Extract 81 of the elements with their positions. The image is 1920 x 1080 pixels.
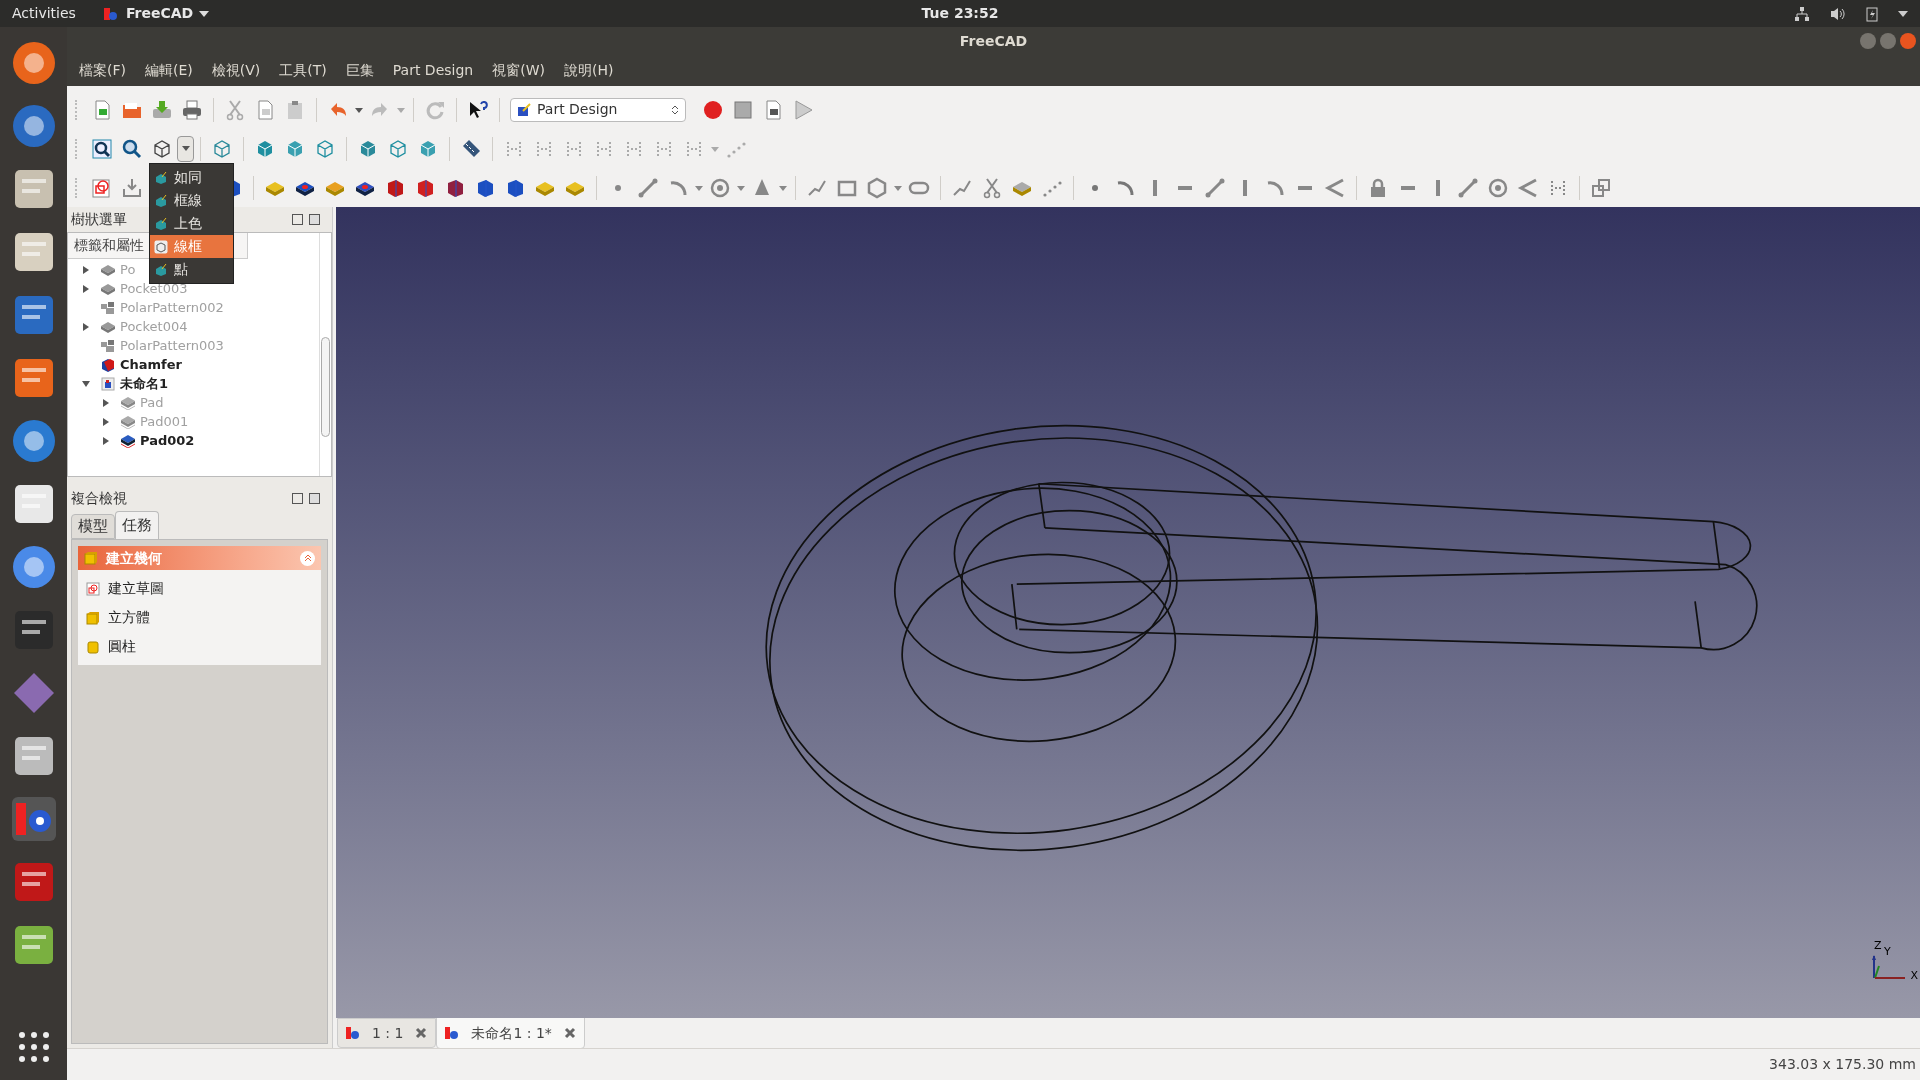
workbench-selector[interactable]: Part Design: [510, 97, 686, 122]
menu-item[interactable]: 工具(T): [279, 60, 327, 81]
pocket-icon: [100, 319, 116, 334]
expand-arrow-icon[interactable]: [82, 379, 90, 388]
pocket-icon: [100, 281, 116, 296]
cube-icon: [84, 551, 98, 565]
pad-icon: [120, 433, 136, 448]
shaded-cube-icon: [154, 216, 168, 231]
menu-item[interactable]: 巨集: [345, 60, 374, 81]
close-button[interactable]: [309, 214, 320, 225]
status-text: 343.03 x 175.30 mm: [1769, 1055, 1916, 1074]
menu-item[interactable]: 如同: [150, 166, 233, 189]
cube-icon: [86, 610, 100, 625]
menu-item[interactable]: 檔案(F): [79, 60, 126, 81]
pad-icon: [120, 414, 136, 429]
app-menu[interactable]: FreeCAD: [125, 3, 194, 24]
tree-item[interactable]: Pad002: [140, 430, 195, 451]
collapse-button[interactable]: [300, 550, 315, 566]
maximize-button[interactable]: [1880, 33, 1896, 49]
spin-arrows-icon: [671, 103, 679, 116]
minimize-button[interactable]: [1860, 33, 1876, 49]
shaded-cube-icon: [154, 193, 168, 208]
close-button[interactable]: [1900, 33, 1916, 49]
shaded-cube-icon: [154, 170, 168, 185]
pad-icon: [120, 395, 136, 410]
wireframe-cube-icon: [154, 239, 168, 254]
close-icon[interactable]: [563, 1027, 576, 1039]
close-icon[interactable]: [415, 1027, 428, 1039]
battery-icon[interactable]: [1866, 5, 1878, 22]
shaded-cube-icon: [154, 262, 168, 277]
volume-icon[interactable]: [1830, 5, 1846, 22]
panel-title: 複合檢視: [71, 488, 127, 508]
caret-icon: [199, 10, 210, 17]
app-logo-icon: [103, 6, 118, 21]
document-tab[interactable]: 1 : 1: [337, 1018, 437, 1048]
app-grid-icon[interactable]: [16, 1030, 51, 1064]
close-button[interactable]: [309, 492, 320, 504]
workbench-icon: [517, 102, 531, 117]
caret-icon: [181, 146, 190, 151]
axis-label: X: [1910, 967, 1918, 984]
menu-item[interactable]: 上色: [150, 212, 233, 235]
expand-arrow-icon[interactable]: [82, 284, 90, 293]
expand-arrow-icon[interactable]: [102, 417, 110, 426]
scrollbar[interactable]: [319, 233, 331, 476]
menu-item[interactable]: 編輯(E): [145, 60, 193, 81]
axis-label: Z: [1874, 938, 1882, 954]
body-icon: [100, 376, 116, 391]
sketch-icon: [86, 581, 100, 596]
menu-item[interactable]: Part Design: [392, 60, 474, 81]
tree-item[interactable]: Chamfer: [120, 354, 182, 375]
caret-icon[interactable]: [1898, 10, 1908, 17]
menu-item[interactable]: 點: [150, 258, 233, 281]
task-item[interactable]: 圓柱: [108, 636, 136, 657]
menu-item[interactable]: 視窗(W): [492, 60, 545, 81]
activities-button[interactable]: Activities: [12, 3, 76, 24]
pocket-icon: [100, 262, 116, 277]
clock[interactable]: Tue 23:52: [921, 3, 999, 24]
axis-label: Y: [1884, 944, 1891, 960]
dropdown-button[interactable]: [177, 135, 194, 162]
tab[interactable]: 任務: [115, 511, 159, 539]
float-button[interactable]: [292, 214, 303, 225]
menu-item[interactable]: 檢視(V): [211, 60, 261, 81]
network-icon[interactable]: [1794, 5, 1810, 22]
cylinder-icon: [86, 639, 100, 654]
task-item[interactable]: 建立草圖: [108, 578, 164, 599]
expand-arrow-icon[interactable]: [82, 322, 90, 331]
task-item[interactable]: 立方體: [108, 607, 150, 628]
document-tab[interactable]: 未命名1 : 1*: [436, 1017, 585, 1049]
float-button[interactable]: [292, 492, 303, 504]
tab[interactable]: 模型: [71, 514, 115, 539]
task-box-title: 建立幾何: [106, 548, 163, 568]
window-title: FreeCAD: [959, 31, 1028, 51]
expand-arrow-icon[interactable]: [102, 436, 110, 445]
expand-arrow-icon[interactable]: [102, 398, 110, 407]
menu-item[interactable]: 說明(H): [564, 60, 614, 81]
3d-view[interactable]: Z Y X: [336, 207, 1920, 1018]
tree-item[interactable]: 未命名1: [120, 373, 169, 394]
double-chevron-icon: [303, 554, 312, 562]
menu-item[interactable]: 框線: [150, 189, 233, 212]
panel-title: 樹狀選單: [71, 210, 127, 229]
expand-arrow-icon[interactable]: [82, 265, 90, 274]
